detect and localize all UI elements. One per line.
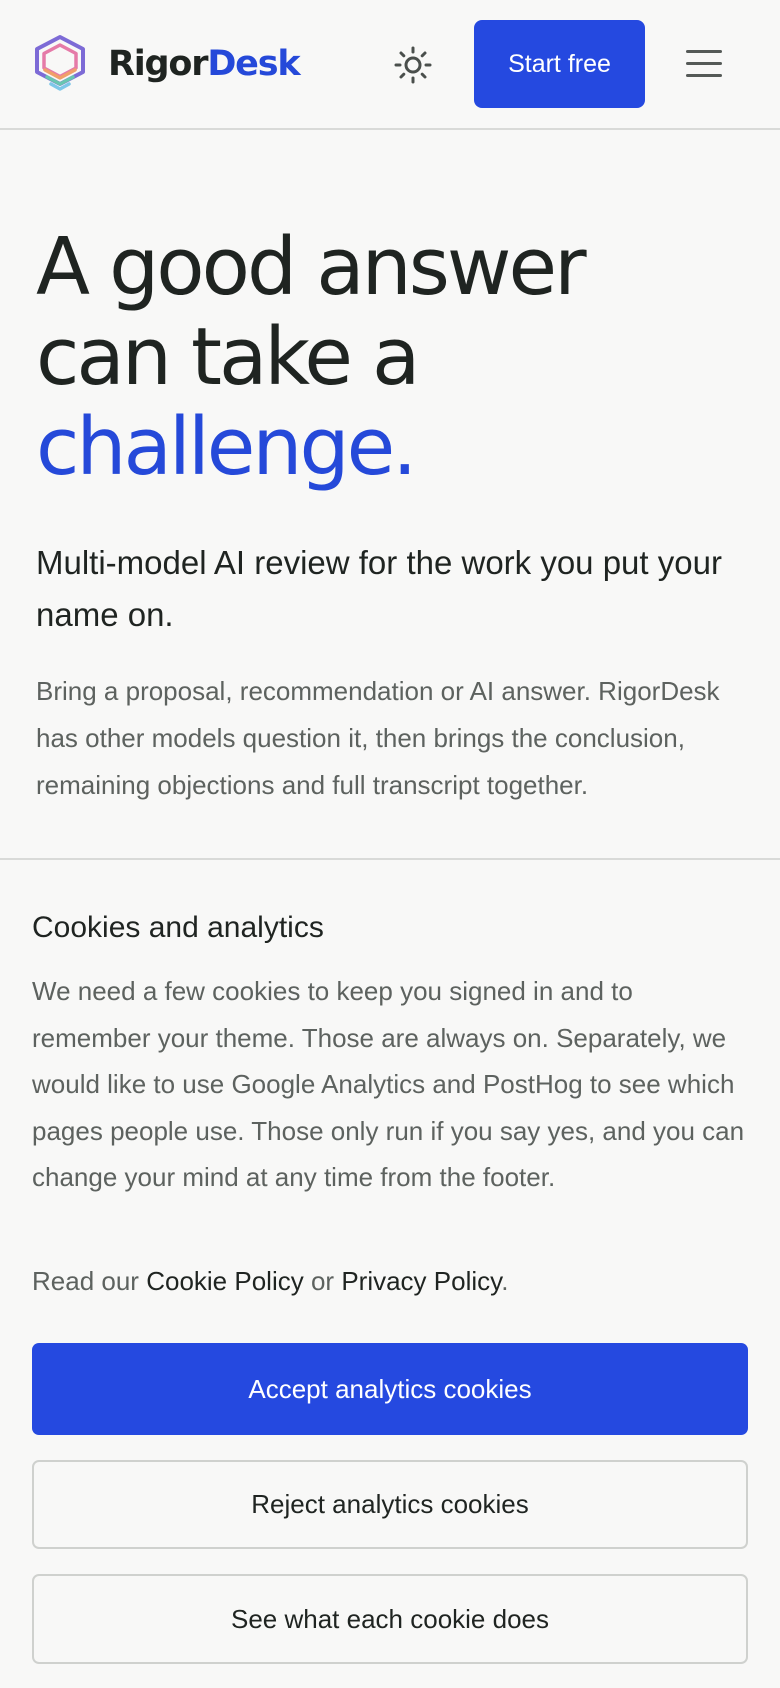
cookie-details-button[interactable]: See what each cookie does xyxy=(32,1574,748,1664)
accept-analytics-button[interactable]: Accept analytics cookies xyxy=(32,1343,748,1435)
brand-part-desk: Desk xyxy=(207,44,300,84)
brand-part-rigor: Rigor xyxy=(108,44,209,84)
rigordesk-logo-icon[interactable] xyxy=(33,34,87,94)
hamburger-menu-icon[interactable] xyxy=(682,44,726,84)
hero-title: A good answer can take a challenge. xyxy=(36,222,756,492)
cookie-policy-link[interactable]: Cookie Policy xyxy=(146,1266,304,1296)
read-our-text: Read our xyxy=(32,1266,139,1296)
or-text: or xyxy=(310,1266,335,1296)
policy-links-line: Read our Cookie Policy or Privacy Policy… xyxy=(32,1261,752,1301)
brand-wordmark[interactable]: RigorDesk xyxy=(108,40,301,88)
hero-title-line-2: can take a xyxy=(36,311,420,403)
privacy-policy-link[interactable]: Privacy Policy xyxy=(341,1266,501,1296)
hero-body-copy: Bring a proposal, recommendation or AI a… xyxy=(36,676,720,800)
cookie-consent-banner: Cookies and analytics We need a few cook… xyxy=(0,858,780,1688)
reject-analytics-button[interactable]: Reject analytics cookies xyxy=(32,1460,748,1549)
cookie-banner-text: We need a few cookies to keep you signed… xyxy=(32,976,745,1192)
hero-title-accent: challenge. xyxy=(36,401,417,493)
site-header: RigorDesk Start free xyxy=(0,0,780,130)
hero-subhead: Multi-model AI review for the work you p… xyxy=(36,544,722,633)
cookie-banner-title: Cookies and analytics xyxy=(32,911,324,944)
hero-title-line-1: A good answer xyxy=(36,221,587,313)
start-free-button[interactable]: Start free xyxy=(474,20,645,108)
policy-period: . xyxy=(501,1266,509,1296)
sun-icon xyxy=(394,46,432,84)
theme-toggle-button[interactable] xyxy=(388,40,438,90)
